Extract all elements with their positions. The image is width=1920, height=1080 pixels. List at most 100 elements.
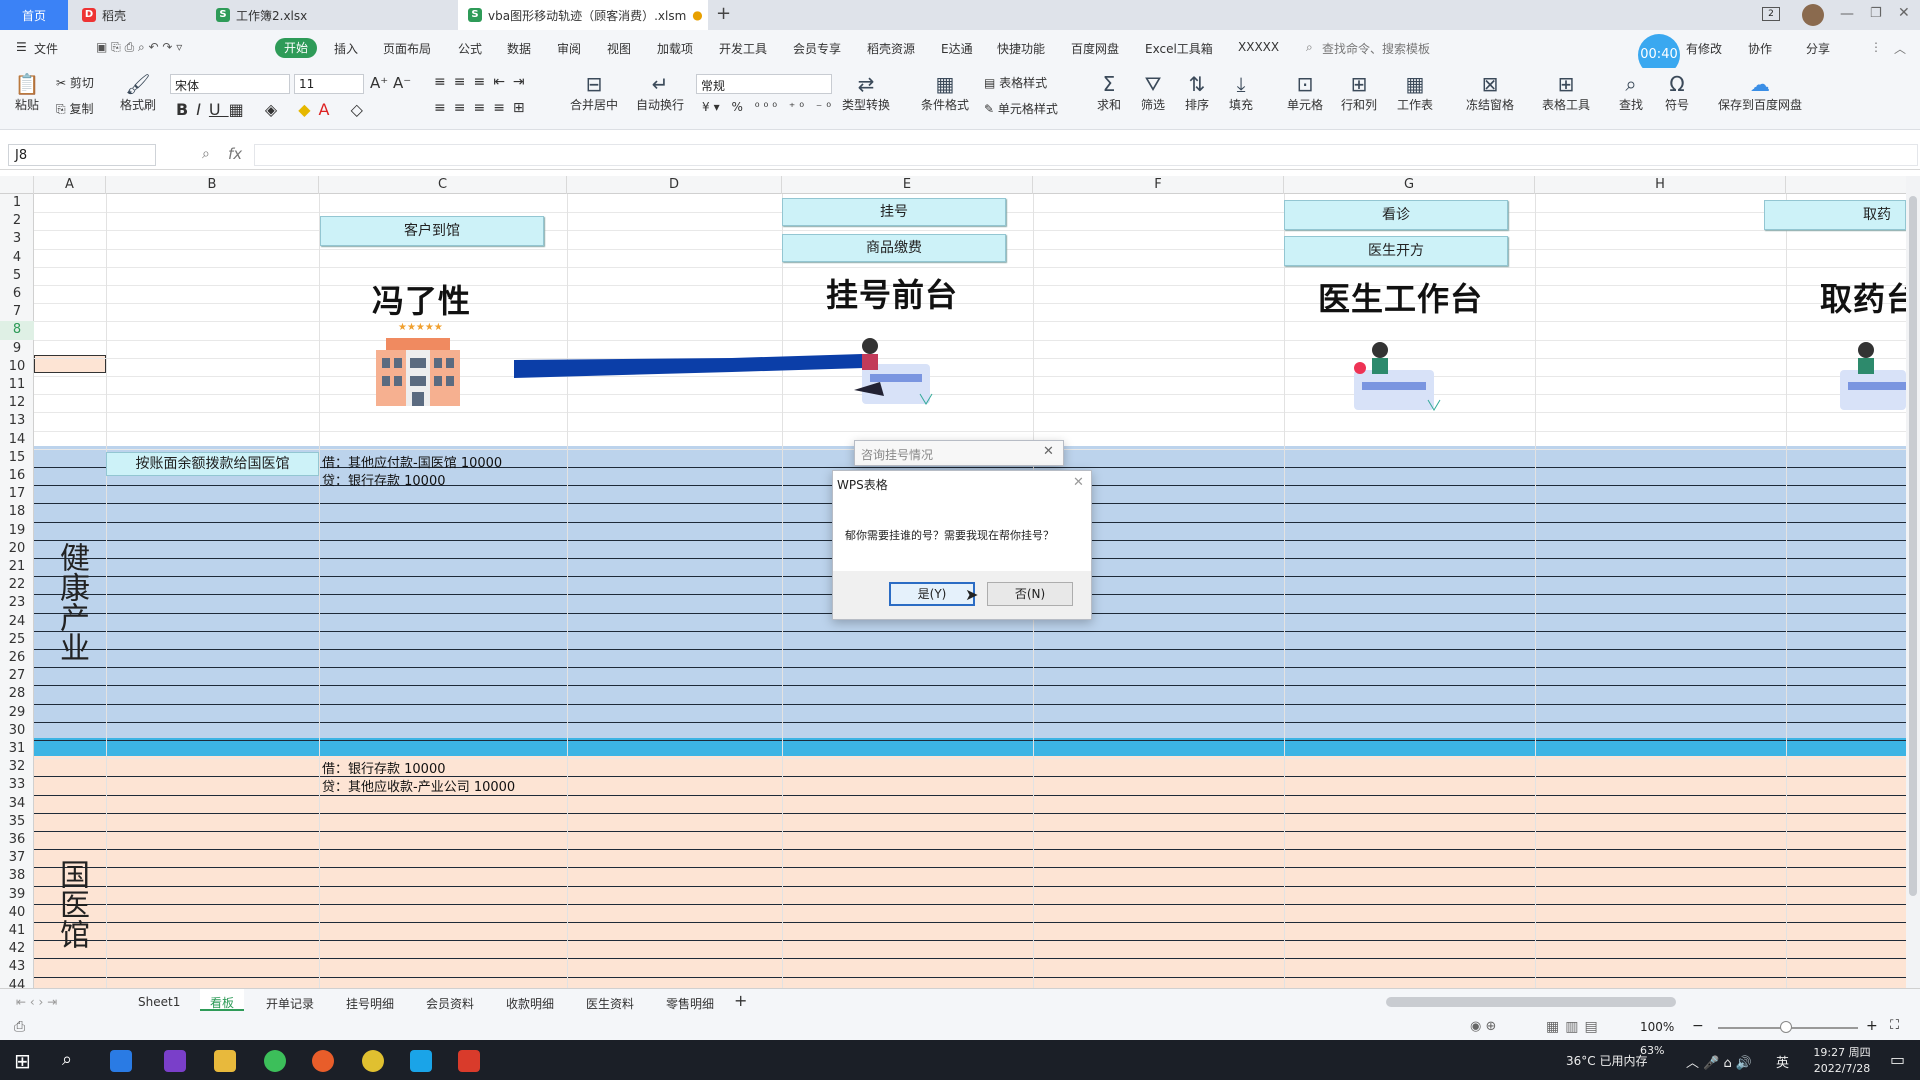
- format-painter-button[interactable]: 🖌 格式刷: [120, 72, 156, 113]
- row-header-cell[interactable]: 8: [0, 321, 34, 340]
- vertical-scroll-thumb[interactable]: [1909, 196, 1917, 896]
- close-icon[interactable]: ✕: [1898, 5, 1910, 21]
- diagnose-button[interactable]: 看诊: [1284, 200, 1508, 230]
- add-sheet-button[interactable]: +: [734, 991, 747, 1010]
- cell-c16[interactable]: 贷：银行存款 10000: [322, 470, 446, 489]
- restore-icon[interactable]: ❐: [1870, 6, 1882, 21]
- app-blue-icon[interactable]: [410, 1050, 432, 1072]
- align-buttons[interactable]: ≡≡≡⇤⇥: [434, 74, 533, 90]
- windows-start-icon[interactable]: ⊞: [14, 1049, 31, 1073]
- row-header-cell[interactable]: 40: [0, 904, 34, 922]
- number-buttons[interactable]: ¥▾ % ⁰⁰⁰ ⁺⁰ ⁻⁰: [702, 100, 835, 114]
- hamburger-icon[interactable]: ☰: [16, 40, 27, 54]
- collaborate-button[interactable]: 协作: [1748, 40, 1772, 57]
- horizontal-scrollbar[interactable]: [1386, 997, 1676, 1007]
- row-header-cell[interactable]: 11: [0, 376, 34, 394]
- row-header-cell[interactable]: 32: [0, 758, 34, 776]
- row-header-cell[interactable]: 15: [0, 449, 34, 467]
- row-header-cell[interactable]: 30: [0, 722, 34, 740]
- new-tab-button[interactable]: +: [716, 3, 731, 24]
- command-search[interactable]: 查找命令、搜索模板: [1322, 40, 1430, 57]
- chrome-icon[interactable]: [362, 1050, 384, 1072]
- row-header-cell[interactable]: 43: [0, 958, 34, 976]
- row-header-cell[interactable]: 10: [0, 358, 34, 376]
- find-button[interactable]: ⌕ 查找: [1614, 72, 1648, 113]
- search-icon[interactable]: ⌕: [62, 1049, 72, 1070]
- row-header-cell[interactable]: 1: [0, 194, 34, 212]
- view-mode-icons[interactable]: ▦▥▤: [1546, 1019, 1604, 1035]
- menu-member[interactable]: 会员专享: [793, 40, 841, 57]
- row-header-cell[interactable]: 12: [0, 394, 34, 412]
- row-header-cell[interactable]: 18: [0, 503, 34, 521]
- cell-c15[interactable]: 借：其他应付款-国医馆 10000: [322, 452, 502, 471]
- zoom-slider-thumb[interactable]: [1780, 1021, 1792, 1033]
- cell-button[interactable]: ⊡ 单元格: [1282, 72, 1328, 113]
- tray-icons[interactable]: ︿ 🎤 ⌂ 🔊: [1686, 1052, 1752, 1071]
- wrap-text-button[interactable]: ↵ 自动换行: [632, 72, 688, 113]
- weather-memory[interactable]: 36°C 已用内存: [1566, 1052, 1647, 1069]
- menu-formula[interactable]: 公式: [458, 40, 482, 57]
- sheet-nav-icons[interactable]: ⇤ ‹ › ⇥: [16, 995, 57, 1009]
- row-header-cell[interactable]: 6: [0, 285, 34, 303]
- row-header-cell[interactable]: 36: [0, 831, 34, 849]
- sheet-tab-payment[interactable]: 收款明细: [506, 995, 554, 1012]
- filter-button[interactable]: ⛛ 筛选: [1136, 72, 1170, 113]
- font-style-buttons[interactable]: BIU▦ ◈ ◆A ◇: [176, 100, 371, 119]
- col-E[interactable]: E: [782, 176, 1033, 194]
- row-header-cell[interactable]: 34: [0, 795, 34, 813]
- menu-data[interactable]: 数据: [507, 40, 531, 57]
- menu-page-layout[interactable]: 页面布局: [383, 40, 431, 57]
- sum-button[interactable]: Σ 求和: [1092, 72, 1126, 113]
- select-all-corner[interactable]: [0, 176, 34, 194]
- row-header-cell[interactable]: 9: [0, 340, 34, 358]
- name-box[interactable]: J8: [8, 144, 156, 166]
- menu-review[interactable]: 审阅: [557, 40, 581, 57]
- col-D[interactable]: D: [567, 176, 782, 194]
- zoom-level[interactable]: 100%: [1640, 1020, 1674, 1034]
- search-icon[interactable]: ⌕: [1306, 40, 1313, 55]
- symbol-button[interactable]: Ω 符号: [1660, 72, 1694, 113]
- copy-button[interactable]: ⎘ 复制: [56, 100, 93, 117]
- pickup-medicine-button[interactable]: 取药: [1764, 200, 1906, 230]
- col-F[interactable]: F: [1033, 176, 1284, 194]
- formula-input[interactable]: [254, 144, 1918, 166]
- menu-addins[interactable]: 加载项: [657, 40, 693, 57]
- type-convert-button[interactable]: ⇄ 类型转换: [838, 72, 894, 113]
- clock-time[interactable]: 19:27 周四: [1806, 1044, 1878, 1060]
- clock-date[interactable]: 2022/7/28: [1806, 1062, 1878, 1075]
- visual-studio-icon[interactable]: [164, 1050, 186, 1072]
- app-flame-icon[interactable]: [312, 1050, 334, 1072]
- tab-vba-file[interactable]: Svba图形移动轨迹（顾客消费）.xlsm ●: [458, 0, 708, 30]
- sheet-tab-member[interactable]: 会员资料: [426, 995, 474, 1012]
- close-icon[interactable]: ✕: [1043, 444, 1054, 459]
- row-header-cell[interactable]: 3: [0, 230, 34, 248]
- row-header-cell[interactable]: 14: [0, 431, 34, 449]
- goods-payment-button[interactable]: 商品缴费: [782, 234, 1006, 262]
- menu-edatong[interactable]: E达通: [941, 40, 973, 57]
- row-header-cell[interactable]: 19: [0, 522, 34, 540]
- row-header-cell[interactable]: 29: [0, 704, 34, 722]
- row-header-cell[interactable]: 13: [0, 412, 34, 430]
- wps-taskbar-icon[interactable]: [458, 1050, 480, 1072]
- avatar[interactable]: [1802, 4, 1824, 26]
- menu-start[interactable]: 开始: [275, 38, 317, 58]
- tab-home[interactable]: 首页: [0, 0, 68, 30]
- menu-excel-toolbox[interactable]: Excel工具箱: [1145, 40, 1213, 57]
- notification-icon[interactable]: ▭: [1890, 1050, 1905, 1069]
- row-header-cell[interactable]: 22: [0, 576, 34, 594]
- consult-register-dialog[interactable]: 咨询挂号情况 ✕: [854, 440, 1064, 466]
- sheet-tab-sheet1[interactable]: Sheet1: [138, 995, 180, 1009]
- row-header-cell[interactable]: 28: [0, 685, 34, 703]
- row-header-cell[interactable]: 16: [0, 467, 34, 485]
- row-header-cell[interactable]: 4: [0, 249, 34, 267]
- menu-docer[interactable]: 稻壳资源: [867, 40, 915, 57]
- row-header-cell[interactable]: 2: [0, 212, 34, 230]
- eye-protect-icon[interactable]: ◉ ⊕: [1470, 1019, 1496, 1034]
- row-header-cell[interactable]: 17: [0, 485, 34, 503]
- zoom-formula-icon[interactable]: ⌕: [202, 146, 210, 162]
- ie-browser-icon[interactable]: [110, 1050, 132, 1072]
- row-header-cell[interactable]: 37: [0, 849, 34, 867]
- worksheet-button[interactable]: ▦ 工作表: [1392, 72, 1438, 113]
- row-header-cell[interactable]: 39: [0, 886, 34, 904]
- row-header-cell[interactable]: 35: [0, 813, 34, 831]
